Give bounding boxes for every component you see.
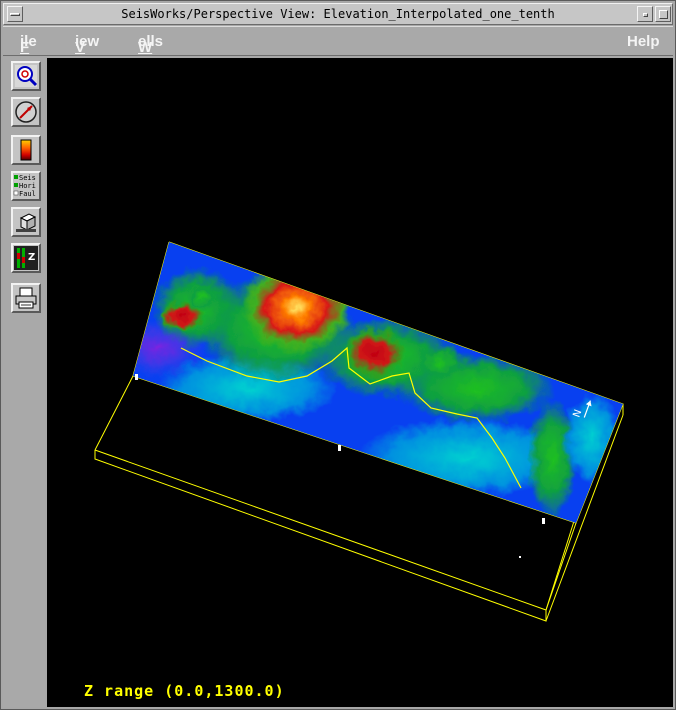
- zoom-tool-button[interactable]: [11, 61, 41, 91]
- menu-file[interactable]: File: [20, 33, 37, 56]
- z-scale-tool-button[interactable]: Z: [11, 243, 41, 273]
- z-range-label: Z range (0.0,1300.0): [84, 682, 285, 700]
- display-layers-tool-button[interactable]: Seis Hori Faul: [11, 171, 41, 201]
- layer-seis-label: Seis: [19, 174, 36, 182]
- menu-bar: File View Wells Help: [3, 26, 673, 56]
- minimize-icon[interactable]: [637, 6, 653, 22]
- cube-icon: [16, 213, 37, 232]
- printer-icon: [15, 287, 37, 309]
- z-scale-icon: Z: [14, 246, 38, 270]
- menu-view[interactable]: View: [75, 33, 99, 56]
- cube-tool-button[interactable]: [11, 207, 41, 237]
- layer-hori-label: Hori: [19, 182, 36, 190]
- app-window: SeisWorks/Perspective View: Elevation_In…: [0, 0, 676, 710]
- colorbar-tool-button[interactable]: [11, 135, 41, 165]
- perspective-scene[interactable]: N: [47, 58, 673, 707]
- compass-icon: [15, 101, 37, 123]
- layer-faul-label: Faul: [19, 190, 36, 198]
- print-tool-button[interactable]: [11, 283, 41, 313]
- layers-list-icon: Seis Hori Faul: [13, 174, 36, 198]
- elevation-surface[interactable]: N: [87, 228, 667, 548]
- well-marker[interactable]: [542, 518, 545, 524]
- well-marker[interactable]: [135, 374, 138, 380]
- z-letter: Z: [28, 252, 35, 263]
- title-bar[interactable]: SeisWorks/Perspective View: Elevation_In…: [3, 3, 673, 25]
- magnifier-icon: [15, 65, 38, 87]
- color-scale-icon: [20, 139, 32, 161]
- window-title: SeisWorks/Perspective View: Elevation_In…: [121, 7, 555, 21]
- well-marker[interactable]: [519, 556, 521, 558]
- well-marker[interactable]: [338, 445, 341, 451]
- rotate-tool-button[interactable]: [11, 97, 41, 127]
- menu-wells[interactable]: Wells: [138, 33, 163, 56]
- tool-palette: Seis Hori Faul Z: [3, 57, 45, 707]
- perspective-viewport[interactable]: N Z range (0.0,1300.0): [47, 58, 673, 707]
- menu-help[interactable]: Help: [627, 33, 660, 50]
- maximize-icon[interactable]: [655, 6, 671, 22]
